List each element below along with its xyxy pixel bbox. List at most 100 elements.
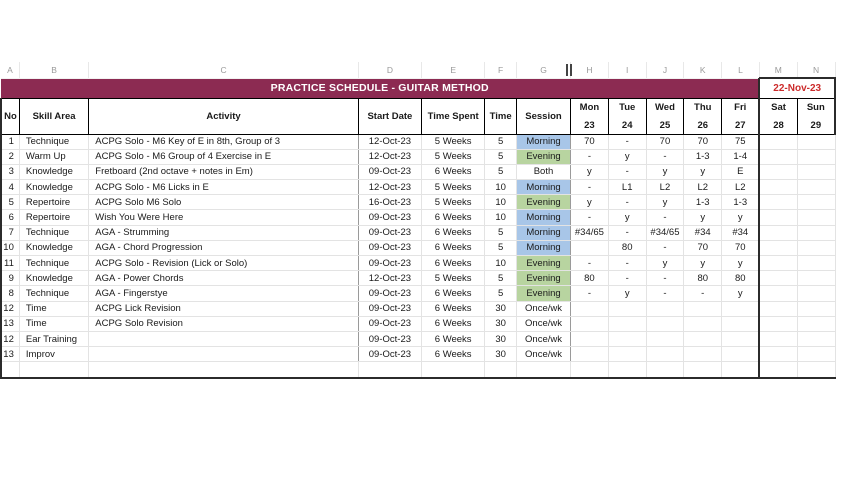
cell-time-spent[interactable]: 5 Weeks (421, 149, 486, 165)
cell-day-sat[interactable] (758, 194, 798, 211)
cell-time[interactable]: 30 (484, 301, 517, 317)
cell-day-fri[interactable]: 1-3 (721, 194, 760, 211)
column-header-f[interactable]: F (484, 62, 517, 79)
cell-day-sat[interactable] (758, 149, 798, 165)
cell-day-thu[interactable]: 1-3 (683, 194, 723, 211)
cell-day-sun[interactable] (797, 331, 836, 348)
cell-day-sun[interactable] (797, 149, 836, 165)
table-row[interactable]: 8 Technique AGA - Fingerstye 09-Oct-23 6 Wee… (0, 285, 836, 302)
empty-cell[interactable] (358, 361, 423, 377)
cell-activity[interactable]: ACPG Lick Revision (88, 301, 359, 317)
cell-day-mon[interactable]: - (570, 149, 609, 165)
cell-day-mon[interactable]: #34/65 (570, 225, 609, 241)
cell-time-spent[interactable]: 6 Weeks (421, 255, 486, 272)
cell-session[interactable]: Morning (516, 179, 572, 196)
cell-no[interactable]: 2 (0, 149, 20, 165)
table-row[interactable]: 12 Time ACPG Lick Revision 09-Oct-23 6 Weeks… (0, 301, 836, 317)
cell-day-tue[interactable]: - (608, 270, 647, 287)
cell-day-wed[interactable]: #34/65 (646, 225, 685, 241)
cell-day-sun[interactable] (797, 194, 836, 211)
table-row[interactable]: 10 Knowledge AGA - Chord Progression 09-Oct… (0, 240, 836, 257)
empty-cell[interactable] (0, 361, 20, 377)
cell-no[interactable]: 11 (0, 255, 20, 272)
cell-start-date[interactable]: 12-Oct-23 (358, 134, 423, 150)
cell-session[interactable]: Morning (516, 209, 572, 226)
column-header-j[interactable]: J (646, 62, 685, 79)
cell-day-sat[interactable] (758, 346, 798, 363)
cell-time[interactable]: 30 (484, 331, 517, 348)
cell-day-fri[interactable]: L2 (721, 179, 760, 196)
cell-start-date[interactable]: 09-Oct-23 (358, 240, 423, 257)
cell-session[interactable]: Evening (516, 285, 572, 302)
cell-activity[interactable]: Wish You Were Here (88, 209, 359, 226)
cell-day-wed[interactable] (646, 316, 685, 332)
cell-day-sat[interactable] (758, 209, 798, 226)
empty-cell[interactable] (19, 361, 90, 377)
cell-time-spent[interactable]: 6 Weeks (421, 240, 486, 257)
cell-day-mon[interactable]: - (570, 255, 609, 272)
cell-day-fri[interactable]: 1-4 (721, 149, 760, 165)
cell-start-date[interactable]: 09-Oct-23 (358, 331, 423, 348)
cell-time[interactable]: 5 (484, 285, 517, 302)
cell-time-spent[interactable]: 6 Weeks (421, 225, 486, 241)
cell-day-sun[interactable] (797, 240, 836, 257)
table-row[interactable]: 11 Technique ACPG Solo - Revision (Lick or… (0, 255, 836, 272)
cell-time[interactable]: 10 (484, 209, 517, 226)
cell-activity[interactable]: ACPG Solo M6 Solo (88, 194, 359, 211)
cell-time[interactable]: 10 (484, 194, 517, 211)
cell-session[interactable]: Once/wk (516, 346, 572, 363)
cell-day-tue[interactable]: y (608, 209, 647, 226)
cell-day-fri[interactable] (721, 316, 760, 332)
cell-time-spent[interactable]: 6 Weeks (421, 285, 486, 302)
cell-day-sun[interactable] (797, 255, 836, 272)
cell-day-thu[interactable] (683, 301, 723, 317)
empty-cell[interactable] (683, 361, 723, 377)
column-header-h[interactable]: H (570, 62, 609, 79)
cell-day-wed[interactable]: - (646, 209, 685, 226)
cell-time-spent[interactable]: 6 Weeks (421, 209, 486, 226)
cell-start-date[interactable]: 09-Oct-23 (358, 209, 423, 226)
column-header-c[interactable]: C (88, 62, 359, 79)
cell-activity[interactable]: ACPG Solo - M6 Key of E in 8th, Group of… (88, 134, 359, 150)
cell-no[interactable]: 1 (0, 134, 20, 150)
cell-skill-area[interactable]: Technique (19, 285, 90, 302)
cell-time-spent[interactable]: 6 Weeks (421, 316, 486, 332)
cell-day-fri[interactable]: y (721, 285, 760, 302)
cell-day-tue[interactable]: - (608, 194, 647, 211)
column-header-b[interactable]: B (19, 62, 90, 79)
cell-activity[interactable]: ACPG Solo Revision (88, 316, 359, 332)
cell-no[interactable]: 6 (0, 209, 20, 226)
cell-no[interactable]: 4 (0, 179, 20, 196)
cell-start-date[interactable]: 12-Oct-23 (358, 270, 423, 287)
cell-time-spent[interactable]: 6 Weeks (421, 164, 486, 181)
cell-day-mon[interactable] (570, 346, 609, 363)
freeze-pane-handle-icon[interactable] (566, 64, 574, 76)
spreadsheet-sheet[interactable]: A B C D E F G H I J K L M N PRACTICE SCHEDULE - GUITAR… (0, 62, 850, 379)
cell-time[interactable]: 5 (484, 134, 517, 150)
cell-day-thu[interactable]: y (683, 209, 723, 226)
cell-day-mon[interactable]: - (570, 209, 609, 226)
cell-day-wed[interactable] (646, 346, 685, 363)
cell-skill-area[interactable]: Repertoire (19, 209, 90, 226)
cell-day-fri[interactable] (721, 331, 760, 348)
cell-no[interactable]: 13 (0, 346, 20, 363)
cell-day-wed[interactable]: - (646, 149, 685, 165)
cell-day-thu[interactable] (683, 331, 723, 348)
cell-day-sun[interactable] (797, 316, 836, 332)
cell-day-tue[interactable] (608, 301, 647, 317)
column-header-k[interactable]: K (683, 62, 723, 79)
cell-start-date[interactable]: 09-Oct-23 (358, 164, 423, 181)
cell-skill-area[interactable]: Repertoire (19, 194, 90, 211)
cell-start-date[interactable]: 16-Oct-23 (358, 194, 423, 211)
cell-day-sun[interactable] (797, 209, 836, 226)
cell-day-wed[interactable]: - (646, 285, 685, 302)
cell-day-tue[interactable] (608, 346, 647, 363)
empty-cell[interactable] (88, 361, 359, 377)
cell-time[interactable]: 10 (484, 255, 517, 272)
cell-skill-area[interactable]: Time (19, 316, 90, 332)
cell-day-sun[interactable] (797, 301, 836, 317)
cell-start-date[interactable]: 09-Oct-23 (358, 346, 423, 363)
cell-day-mon[interactable]: - (570, 179, 609, 196)
cell-session[interactable]: Morning (516, 225, 572, 241)
cell-day-tue[interactable]: 80 (608, 240, 647, 257)
